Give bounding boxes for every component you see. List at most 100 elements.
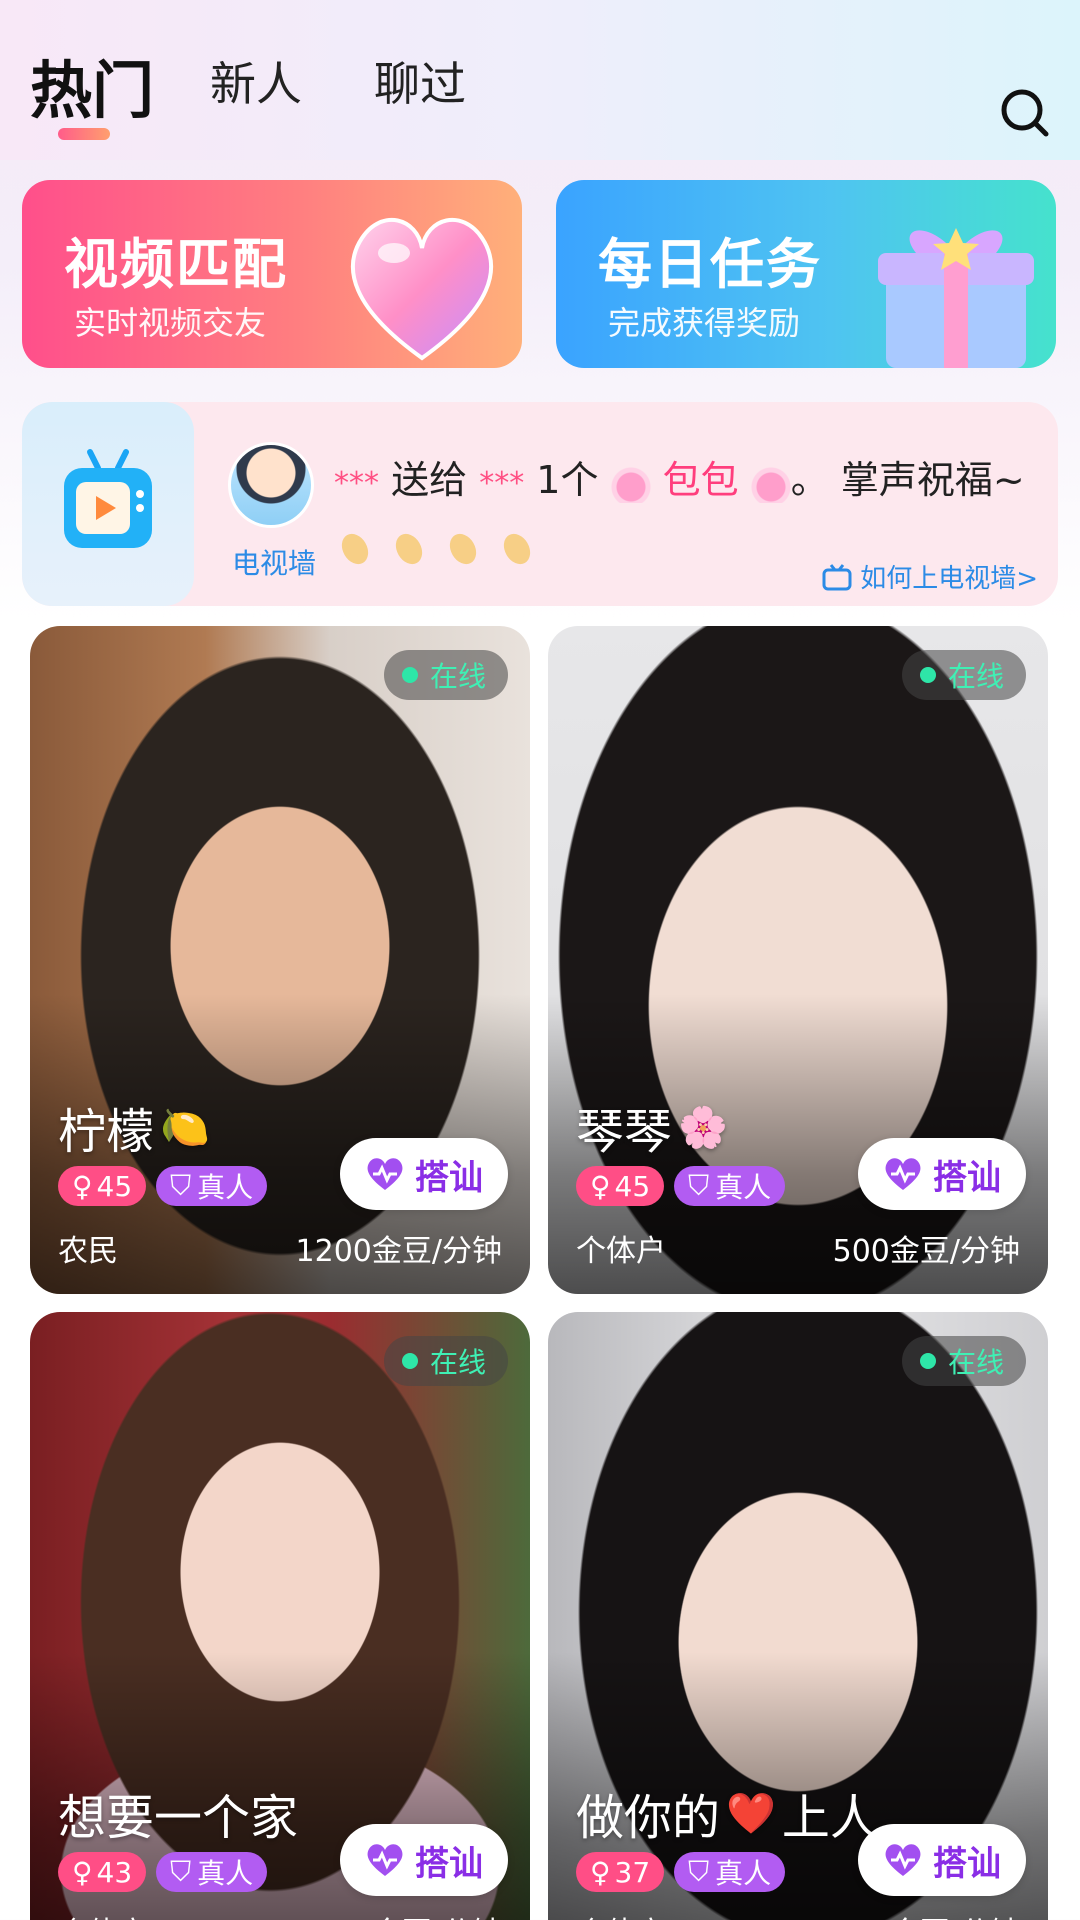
verified-badge: ⛉ 真人 bbox=[674, 1852, 786, 1892]
shield-icon: ⛉ bbox=[170, 1855, 192, 1888]
name-text: 柠檬 bbox=[58, 1104, 155, 1160]
online-dot bbox=[401, 1353, 418, 1369]
clap-icon bbox=[341, 533, 369, 564]
tv-wall-message: *** 送给 *** 1个 包包 。 掌声祝福~ bbox=[334, 450, 1034, 574]
receiver-name: *** bbox=[479, 466, 525, 501]
price: 1200金豆/分钟 bbox=[296, 1908, 502, 1920]
chat-up-label: 搭讪 bbox=[933, 1157, 1001, 1198]
search-icon[interactable] bbox=[998, 86, 1052, 140]
online-label: 在线 bbox=[429, 660, 486, 693]
verified-badge: ⛉ 真人 bbox=[156, 1852, 268, 1892]
heart-wave-icon bbox=[367, 1844, 403, 1876]
link-text: 如何上电视墙> bbox=[860, 564, 1038, 594]
name-text: 琴琴 bbox=[576, 1104, 673, 1160]
gift-name: 包包 bbox=[662, 458, 739, 502]
age-badge: ♀ 37 bbox=[576, 1852, 665, 1892]
age-value: 45 bbox=[614, 1169, 651, 1203]
badges: ♀ 45 ⛉ 真人 bbox=[576, 1166, 786, 1206]
shield-icon: ⛉ bbox=[688, 1855, 710, 1888]
name-text: 想要一个家 bbox=[58, 1790, 299, 1846]
name-tail: 上人 bbox=[781, 1790, 878, 1846]
verb-text: 送给 bbox=[391, 458, 468, 502]
verified-badge: ⛉ 真人 bbox=[674, 1166, 786, 1206]
chat-up-button[interactable]: 搭讪 bbox=[858, 1824, 1026, 1896]
verified-label: 真人 bbox=[197, 1171, 254, 1204]
online-label: 在线 bbox=[429, 1346, 486, 1379]
price: 1200金豆/分钟 bbox=[295, 1234, 502, 1269]
user-name: 做你的 ❤️ 上人 bbox=[576, 1778, 878, 1848]
user-name: 柠檬 🍋 bbox=[58, 1092, 210, 1162]
online-dot bbox=[919, 667, 936, 683]
occupation: 个体户 bbox=[576, 1234, 666, 1269]
age-value: 37 bbox=[614, 1855, 651, 1889]
chat-up-button[interactable]: 搭讪 bbox=[858, 1138, 1026, 1210]
occupation: 农民 bbox=[58, 1234, 118, 1269]
chat-up-label: 搭讪 bbox=[933, 1843, 1001, 1884]
daily-task-banner[interactable]: 每日任务 完成获得奖励 bbox=[556, 180, 1056, 368]
online-status: 在线 bbox=[901, 1336, 1026, 1386]
chat-up-button[interactable]: 搭讪 bbox=[340, 1138, 508, 1210]
tab-hot[interactable]: 热门 bbox=[30, 40, 154, 130]
female-icon: ♀ bbox=[72, 1169, 93, 1203]
banner-subtitle: 完成获得奖励 bbox=[608, 304, 801, 342]
online-status: 在线 bbox=[901, 650, 1026, 700]
avatar[interactable] bbox=[228, 442, 314, 528]
gift-box-icon bbox=[878, 228, 1034, 368]
occupation: 个体户 bbox=[576, 1908, 666, 1920]
banner-title: 每日任务 bbox=[598, 233, 822, 296]
lemon-icon: 🍋 bbox=[160, 1104, 210, 1151]
badges: ♀ 37 ⛉ 真人 bbox=[576, 1852, 786, 1892]
badges: ♀ 43 ⛉ 真人 bbox=[58, 1852, 268, 1892]
age-badge: ♀ 45 bbox=[576, 1166, 665, 1206]
tab-new[interactable]: 新人 bbox=[210, 48, 302, 114]
user-name: 琴琴 🌸 bbox=[576, 1092, 728, 1162]
chat-up-label: 搭讪 bbox=[415, 1157, 483, 1198]
bag-icon bbox=[610, 462, 651, 503]
message-tail: 。 掌声祝福~ bbox=[790, 458, 1025, 502]
shield-icon: ⛉ bbox=[170, 1169, 192, 1202]
user-card[interactable]: 在线 想要一个家 ♀43 ⛉真人 搭讪 个体户 1200金豆/分钟 bbox=[30, 1312, 530, 1920]
user-card[interactable]: 在线 做你的❤️上人 ♀37 ⛉真人 搭讪 个体户 1200金豆/分钟 bbox=[548, 1312, 1048, 1920]
how-to-tv-wall-link[interactable]: 如何上电视墙> bbox=[822, 558, 1038, 595]
occupation: 个体户 bbox=[58, 1908, 148, 1920]
heart-wave-icon bbox=[367, 1158, 403, 1190]
tab-chatted[interactable]: 聊过 bbox=[374, 48, 466, 114]
tv-small-icon bbox=[822, 563, 852, 590]
verified-badge: ⛉ 真人 bbox=[156, 1166, 268, 1206]
verified-label: 真人 bbox=[715, 1171, 772, 1204]
user-name: 想要一个家 bbox=[58, 1778, 298, 1848]
online-dot bbox=[401, 667, 418, 683]
age-badge: ♀ 43 bbox=[58, 1852, 147, 1892]
tv-wall-label: 电视墙 bbox=[232, 547, 317, 580]
heart-emoji-icon: ❤️ bbox=[726, 1790, 776, 1837]
age-value: 43 bbox=[96, 1855, 133, 1889]
age-badge: ♀ 45 bbox=[58, 1166, 147, 1206]
banner-subtitle: 实时视频交友 bbox=[74, 304, 267, 342]
price: 500金豆/分钟 bbox=[832, 1234, 1020, 1269]
heart-icon bbox=[350, 218, 494, 361]
video-match-banner[interactable]: 视频匹配 实时视频交友 bbox=[22, 180, 522, 368]
online-dot bbox=[919, 1353, 936, 1369]
user-card[interactable]: 在线 琴琴 🌸 ♀ 45 ⛉ 真人 搭讪 个体户 500金豆/分钟 bbox=[548, 626, 1048, 1294]
banner-title: 视频匹配 bbox=[64, 233, 288, 296]
chat-up-label: 搭讪 bbox=[415, 1843, 483, 1884]
active-tab-indicator bbox=[58, 128, 110, 140]
online-status: 在线 bbox=[383, 1336, 508, 1386]
tv-icon bbox=[64, 449, 152, 548]
female-icon: ♀ bbox=[72, 1855, 93, 1889]
online-label: 在线 bbox=[947, 1346, 1004, 1379]
verified-label: 真人 bbox=[715, 1857, 772, 1890]
tv-wall[interactable]: 电视墙 *** 送给 *** 1个 包包 。 掌声祝福~ 如何上电视墙> bbox=[22, 402, 1058, 606]
clap-icon bbox=[504, 533, 531, 564]
tv-wall-side bbox=[22, 402, 194, 606]
sender-name: *** bbox=[334, 466, 379, 501]
flower-icon: 🌸 bbox=[678, 1104, 728, 1151]
top-bar: 热门 新人 聊过 bbox=[0, 0, 1080, 160]
chat-up-button[interactable]: 搭讪 bbox=[340, 1824, 508, 1896]
online-status: 在线 bbox=[383, 650, 508, 700]
bag-icon bbox=[750, 462, 791, 503]
user-card[interactable]: 在线 柠檬 🍋 ♀ 45 ⛉ 真人 搭讪 农民 1200金豆/分钟 bbox=[30, 626, 530, 1294]
clap-icon bbox=[395, 533, 423, 564]
female-icon: ♀ bbox=[590, 1855, 611, 1889]
clap-icon bbox=[450, 533, 477, 564]
